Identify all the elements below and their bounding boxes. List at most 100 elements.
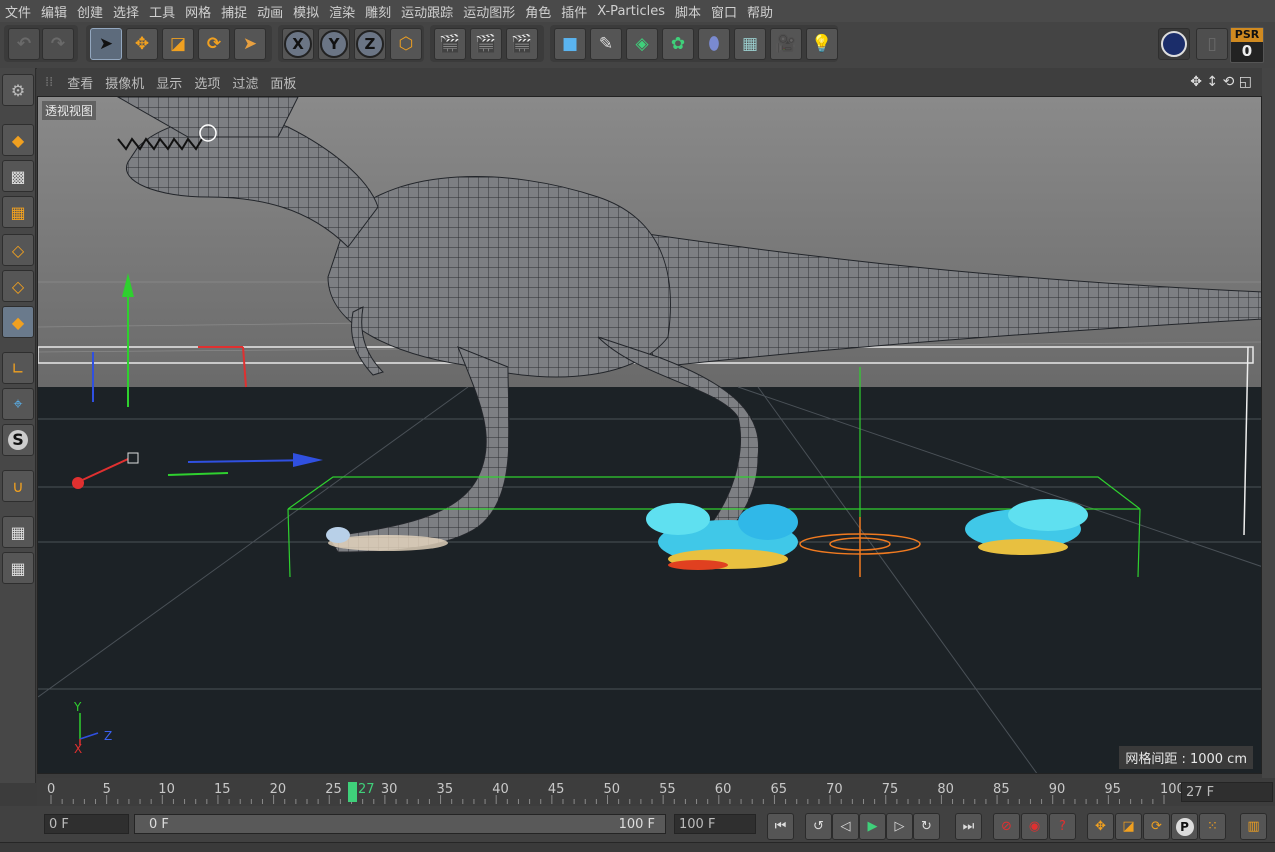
undo-button[interactable]: ↶ <box>8 28 40 60</box>
menu-help[interactable]: 帮助 <box>742 2 778 21</box>
move-button[interactable]: ✥ <box>126 28 158 60</box>
start-frame-field[interactable]: 0 F <box>44 814 129 834</box>
spline-button[interactable]: ✎ <box>590 28 622 60</box>
live-select-button[interactable]: ➤ <box>90 28 122 60</box>
go-to-end-button[interactable]: ⏭ <box>955 813 982 840</box>
menu-animate[interactable]: 动画 <box>252 2 288 21</box>
play-button[interactable]: ▶ <box>859 813 886 840</box>
menu-render[interactable]: 渲染 <box>324 2 360 21</box>
key-position-button[interactable]: ✥ <box>1087 813 1114 840</box>
preview-range-slider[interactable]: 0 F 100 F <box>134 814 666 834</box>
coordinate-system-button[interactable]: ⬡ <box>390 28 422 60</box>
current-frame-field[interactable]: 27 F <box>1181 782 1273 802</box>
texture-mode-button[interactable]: ▩ <box>2 160 34 192</box>
timeline-window-button[interactable]: ▥ <box>1240 813 1267 840</box>
skip-start-icon: ⏮ <box>774 819 787 834</box>
timeline-tick-label: 55 <box>659 782 676 797</box>
render-settings-button[interactable]: 🎬 <box>506 28 538 60</box>
z-axis-icon: Z <box>356 30 384 58</box>
axis-mode-button[interactable]: ∟ <box>2 352 34 384</box>
viewport-menu-filter[interactable]: 过滤 <box>226 73 264 92</box>
layout-switch-button[interactable] <box>1158 28 1190 60</box>
timeline-tick-label: 30 <box>380 782 398 797</box>
viewport-menu-view[interactable]: 查看 <box>61 73 99 92</box>
menu-simulate[interactable]: 模拟 <box>288 2 324 21</box>
prev-key-button[interactable]: ↺ <box>805 813 832 840</box>
scale-button[interactable]: ◪ <box>162 28 194 60</box>
tweak-mode-button[interactable]: ⌖ <box>2 388 34 420</box>
menu-tools[interactable]: 工具 <box>144 2 180 21</box>
rotate-button[interactable]: ⟳ <box>198 28 230 60</box>
key-scale-button[interactable]: ◪ <box>1115 813 1142 840</box>
viewport-scene <box>38 97 1261 773</box>
viewport-menu-camera[interactable]: 摄像机 <box>99 73 150 92</box>
menu-file[interactable]: 文件 <box>0 2 36 21</box>
viewport-menu-options[interactable]: 选项 <box>188 73 226 92</box>
menu-character[interactable]: 角色 <box>520 2 556 21</box>
next-key-button[interactable]: ↻ <box>913 813 940 840</box>
go-to-start-button[interactable]: ⏮ <box>767 813 794 840</box>
next-frame-button[interactable]: ▷ <box>886 813 913 840</box>
menu-mesh[interactable]: 网格 <box>180 2 216 21</box>
prev-frame-button[interactable]: ◁ <box>832 813 859 840</box>
select-recent-button[interactable]: ➤ <box>234 28 266 60</box>
timeline-tick-label: 10 <box>158 782 175 797</box>
solo-s-icon: S <box>8 430 28 450</box>
workplane-lock-button[interactable]: ▦ <box>2 516 34 548</box>
snap-button[interactable]: ∪ <box>2 470 34 502</box>
key-pla-button[interactable]: ⁙ <box>1199 813 1226 840</box>
lightbulb-icon: 💡 <box>811 34 833 54</box>
polygons-mode-button[interactable]: ◆ <box>2 306 34 338</box>
menu-select[interactable]: 选择 <box>108 2 144 21</box>
model-mode-button[interactable]: ◆ <box>2 124 34 156</box>
camera-button[interactable]: 🎥 <box>770 28 802 60</box>
viewport-menu-display[interactable]: 显示 <box>150 73 188 92</box>
render-view-button[interactable]: 🎬 <box>434 28 466 60</box>
edges-mode-button[interactable]: ◇ <box>2 270 34 302</box>
parameter-p-icon: P <box>1175 817 1194 836</box>
autokey-button[interactable]: ◉ <box>1021 813 1048 840</box>
menu-motion-tracking[interactable]: 运动跟踪 <box>396 2 458 21</box>
menu-create[interactable]: 创建 <box>72 2 108 21</box>
make-editable-button[interactable]: ⚙ <box>2 74 34 106</box>
phone-icon-button[interactable]: ▯ <box>1196 28 1228 60</box>
key-rotation-button[interactable]: ⟳ <box>1143 813 1170 840</box>
timeline-ruler[interactable]: 0 5 10 15 20 25 30 35 40 45 50 55 60 65 70 75 80 85 90 95 10… <box>37 778 1275 806</box>
y-axis-lock-button[interactable]: Y <box>318 28 350 60</box>
menu-plugins[interactable]: 插件 <box>556 2 592 21</box>
floor-button[interactable]: ▦ <box>734 28 766 60</box>
light-button[interactable]: 💡 <box>806 28 838 60</box>
points-mode-button[interactable]: ◇ <box>2 234 34 266</box>
x-axis-lock-button[interactable]: X <box>282 28 314 60</box>
timeline-tick-label: 85 <box>993 782 1010 797</box>
subdivision-button[interactable]: ◈ <box>626 28 658 60</box>
record-key-button[interactable]: ⊘ <box>993 813 1020 840</box>
menu-mograph[interactable]: 运动图形 <box>458 2 520 21</box>
workplane-align-button[interactable]: ▦ <box>2 552 34 584</box>
menu-edit[interactable]: 编辑 <box>36 2 72 21</box>
deformer-button[interactable]: ⬮ <box>698 28 730 60</box>
menu-script[interactable]: 脚本 <box>670 2 706 21</box>
cube-button[interactable]: ■ <box>554 28 586 60</box>
menu-snap[interactable]: 捕捉 <box>216 2 252 21</box>
end-frame-field[interactable]: 100 F <box>674 814 756 834</box>
render-picture-viewer-button[interactable]: 🎬 <box>470 28 502 60</box>
menu-sculpt[interactable]: 雕刻 <box>360 2 396 21</box>
menu-window[interactable]: 窗口 <box>706 2 742 21</box>
key-parameter-button[interactable]: P <box>1171 813 1198 840</box>
viewport-nav-icons[interactable]: ✥ ↕ ⟲ ◱ <box>1190 74 1252 90</box>
perspective-viewport[interactable]: 透视视图 Y Z X 网格间距 : 1000 cm <box>37 96 1262 774</box>
menu-x-particles[interactable]: X-Particles <box>592 4 670 19</box>
mograph-cloner-button[interactable]: ✿ <box>662 28 694 60</box>
redo-button[interactable]: ↷ <box>42 28 74 60</box>
psr-indicator[interactable]: PSR 0 <box>1230 27 1264 63</box>
z-axis-lock-button[interactable]: Z <box>354 28 386 60</box>
autokey-icon: ◉ <box>1028 819 1041 834</box>
solo-button[interactable]: S <box>2 424 34 456</box>
workplane-mode-button[interactable]: ▦ <box>2 196 34 228</box>
keyframe-selection-button[interactable]: ? <box>1049 813 1076 840</box>
step-forward-icon: ▷ <box>894 819 905 834</box>
viewport-menu-panel[interactable]: 面板 <box>264 73 302 92</box>
playhead[interactable] <box>348 782 357 802</box>
timeline-tick-label: 15 <box>213 782 231 797</box>
